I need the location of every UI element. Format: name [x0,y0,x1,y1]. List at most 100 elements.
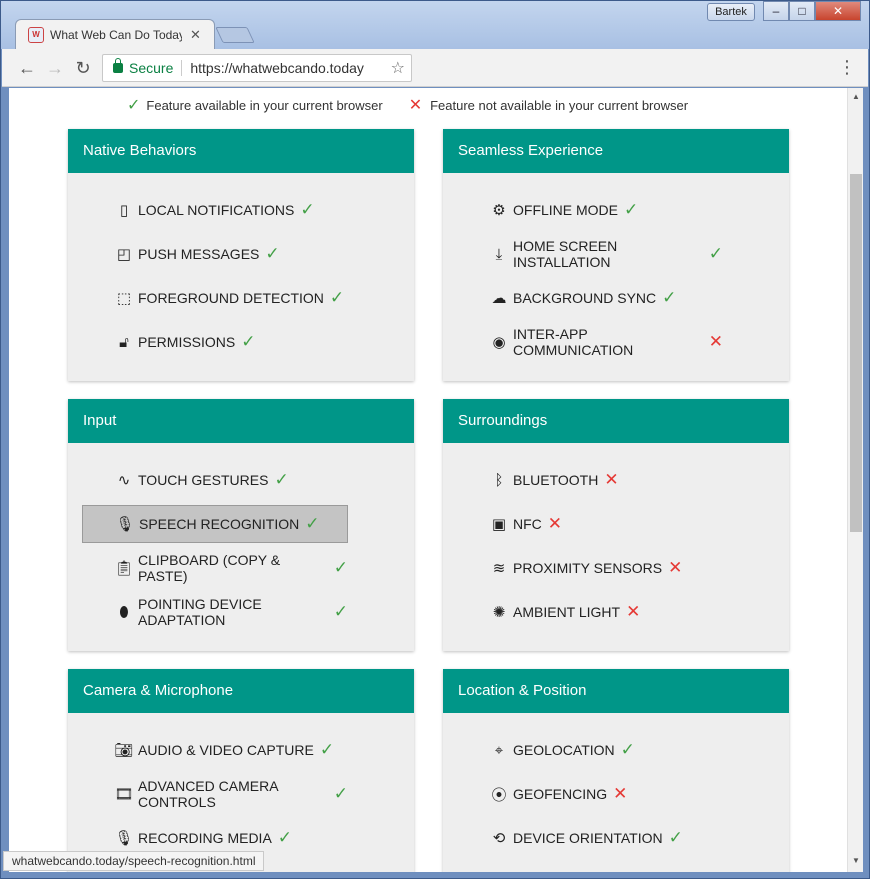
feature-touch-gestures[interactable]: ∿ TOUCH GESTURES ✓ [82,461,348,499]
clipboard-icon: 📋︎ [114,560,134,577]
address-bar[interactable]: Secure https://whatwebcando.today ☆ [102,54,412,82]
feature-label: LOCAL NOTIFICATIONS [138,202,295,218]
compass-icon: ◉ [492,334,506,351]
section-card-camera-microphone: Camera & Microphone 📷︎ AUDIO & VIDEO CAP… [68,669,414,872]
section-card-surroundings: Surroundings ᛒ BLUETOOTH ✕ ▣ NFC ✕ ≋ PRO… [443,399,789,651]
favicon-icon: W [28,26,44,43]
feature-home-screen-installation[interactable]: ⤓ HOME SCREEN INSTALLATION ✓ [457,235,723,273]
url-text[interactable]: https://whatwebcando.today [190,60,390,76]
section-title: Surroundings [443,399,789,443]
browser-tab[interactable]: W What Web Can Do Today ✕ [15,19,215,49]
feature-label: ADVANCED CAMERA CONTROLS [138,778,278,810]
page-content: ✓ Feature available in your current brow… [9,88,847,872]
status-check-icon: ✓ [319,740,335,759]
feature-nfc[interactable]: ▣ NFC ✕ [457,505,723,543]
feature-speech-recognition[interactable]: 🎙︎ SPEECH RECOGNITION ✓ [82,505,348,543]
section-title: Seamless Experience [443,129,789,173]
download-icon: ⤓ [495,245,503,263]
forward-arrow-icon[interactable]: → [44,57,66,79]
cloud-upload-icon: ☁ [491,290,507,307]
check-icon: ✓ [127,97,141,114]
feature-ambient-light[interactable]: ✺ AMBIENT LIGHT ✕ [457,593,723,631]
feature-label: SPEECH RECOGNITION [139,516,300,532]
section-card-input: Input ∿ TOUCH GESTURES ✓ 🎙︎ SPEECH RECOG… [68,399,414,651]
cast-icon: ◰ [116,246,132,263]
feature-label: GEOLOCATION [513,742,615,758]
gear-box-icon: ⚙ [492,202,506,219]
feature-inter-app-communication[interactable]: ◉ INTER-APP COMMUNICATION ✕ [457,323,723,361]
brightness-icon: ✺ [492,604,506,621]
status-check-icon: ✓ [305,514,320,533]
status-check-icon: ✓ [620,740,635,759]
feature-pointing-device-adaptation[interactable]: ⬮ POINTING DEVICE ADAPTATION ✓ [82,593,348,631]
feature-label: FOREGROUND DETECTION [138,290,324,306]
status-cross-icon: ✕ [668,558,683,577]
feature-geolocation[interactable]: ⌖ GEOLOCATION ✓ [457,731,723,769]
feature-advanced-camera-controls[interactable]: 🎞︎ ADVANCED CAMERA CONTROLS ✓ [82,775,348,813]
reload-icon[interactable]: ↻ [72,57,94,79]
close-tab-icon[interactable]: ✕ [190,27,201,43]
legend: ✓ Feature available in your current brow… [127,96,767,114]
feature-offline-mode[interactable]: ⚙ OFFLINE MODE ✓ [457,191,723,229]
status-check-icon: ✓ [329,288,345,307]
window-controls: – □ ✕ [763,1,861,21]
feature-bluetooth[interactable]: ᛒ BLUETOOTH ✕ [457,461,723,499]
status-cross-icon: ✕ [547,514,563,533]
status-check-icon: ✓ [708,244,723,263]
feature-device-orientation[interactable]: ⟲ DEVICE ORIENTATION ✓ [457,819,723,857]
feature-background-sync[interactable]: ☁ BACKGROUND SYNC ✓ [457,279,723,317]
feature-label: PROXIMITY SENSORS [513,560,663,576]
bookmark-star-icon[interactable]: ☆ [391,58,405,78]
status-check-icon: ✓ [333,784,348,803]
feature-clipboard[interactable]: 📋︎ CLIPBOARD (COPY & PASTE) ✓ [82,549,348,587]
close-window-button[interactable]: ✕ [815,1,861,21]
feature-geofencing[interactable]: ⦿ GEOFENCING ✕ [457,775,723,813]
browser-toolbar: ← → ↻ Secure https://whatwebcando.today … [2,49,868,87]
feature-label: HOME SCREEN INSTALLATION [513,238,618,270]
bluetooth-icon: ᛒ [494,471,504,489]
new-tab-button[interactable] [215,27,255,43]
status-check-icon: ✓ [241,332,256,351]
minimize-button[interactable]: – [763,1,789,21]
scroll-down-icon[interactable]: ▼ [852,856,860,865]
lock-open-icon: 🔓︎ [119,333,129,351]
legend-available: ✓ Feature available in your current brow… [127,96,383,114]
maximize-button[interactable]: □ [789,1,815,21]
gesture-icon: ∿ [117,472,131,489]
feature-label: AMBIENT LIGHT [513,604,621,620]
feature-label: CLIPBOARD (COPY & PASTE) [138,552,281,584]
status-cross-icon: ✕ [613,784,628,803]
scroll-thumb[interactable] [850,174,862,532]
status-check-icon: ✓ [265,244,280,263]
status-check-icon: ✓ [333,558,348,577]
feature-permissions[interactable]: 🔓︎ PERMISSIONS ✓ [82,323,348,361]
title-bar: W What Web Can Do Today ✕ Bartek – □ ✕ [1,1,869,49]
feature-local-notifications[interactable]: ▯ LOCAL NOTIFICATIONS ✓ [82,191,348,229]
legend-available-label: Feature available in your current browse… [146,97,383,113]
legend-not-available-label: Feature not available in your current br… [430,97,689,113]
feature-label: BLUETOOTH [513,472,599,488]
feature-label: GEOFENCING [513,786,608,802]
feature-audio-video-capture[interactable]: 📷︎ AUDIO & VIDEO CAPTURE ✓ [82,731,348,769]
user-profile-button[interactable]: Bartek [707,3,755,21]
proximity-icon: ≋ [492,560,506,577]
cross-icon: ✕ [408,97,423,114]
feature-label: TOUCH GESTURES [138,472,269,488]
feature-label: OFFLINE MODE [513,202,619,218]
feature-foreground-detection[interactable]: ⬚ FOREGROUND DETECTION ✓ [82,279,348,317]
mouse-icon: ⬮ [119,603,129,621]
section-title: Location & Position [443,669,789,713]
secure-label: Secure [129,60,174,76]
phone-download-icon: ▯ [119,202,129,219]
back-arrow-icon[interactable]: ← [16,57,38,79]
browser-window: W What Web Can Do Today ✕ Bartek – □ ✕ ←… [0,0,870,879]
feature-proximity-sensors[interactable]: ≋ PROXIMITY SENSORS ✕ [457,549,723,587]
window-select-icon: ⬚ [116,290,132,307]
vertical-scrollbar[interactable]: ▲ ▼ [847,88,863,872]
scroll-up-icon[interactable]: ▲ [852,92,860,101]
feature-push-messages[interactable]: ◰ PUSH MESSAGES ✓ [82,235,348,273]
menu-dots-icon[interactable]: ⋮ [838,57,856,78]
section-title: Camera & Microphone [68,669,414,713]
crosshair-icon: ⌖ [494,741,504,759]
feature-label: INTER-APP COMMUNICATION [513,326,634,358]
